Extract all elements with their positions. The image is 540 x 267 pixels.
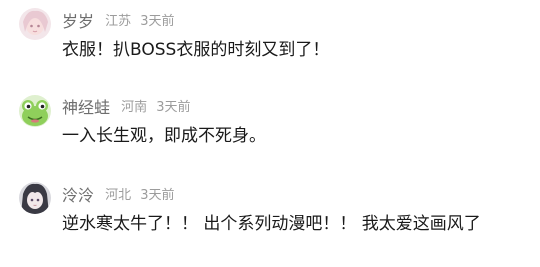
comment-item: 神经蛙 河南 3天前 一入长生观，即成不死身。: [0, 88, 540, 168]
location: 河北: [105, 187, 132, 203]
timestamp: 3天前: [156, 99, 191, 115]
timestamp: 3天前: [140, 13, 175, 29]
comment-text: 衣服！扒BOSS衣服的时刻又到了！: [62, 40, 330, 60]
comment-text: 逆水寒太牛了！！ 出个系列动漫吧！！ 我太爱这画风了: [62, 214, 481, 234]
anime-girl-pink-avatar-icon: [19, 8, 51, 40]
timestamp: 3天前: [140, 187, 175, 203]
avatar[interactable]: [19, 182, 51, 214]
location: 江苏: [105, 13, 132, 29]
avatar[interactable]: [19, 95, 51, 127]
comment-meta: 泠泠 河北 3天前: [62, 184, 175, 206]
username[interactable]: 神经蛙: [62, 97, 110, 119]
anime-girl-dark-avatar-icon: [19, 182, 51, 214]
comment-item: 岁岁 江苏 3天前 衣服！扒BOSS衣服的时刻又到了！: [0, 0, 540, 80]
username[interactable]: 泠泠: [62, 185, 94, 207]
comment-item: 泠泠 河北 3天前 逆水寒太牛了！！ 出个系列动漫吧！！ 我太爱这画风了: [0, 176, 540, 256]
comment-meta: 岁岁 江苏 3天前: [62, 10, 175, 32]
avatar[interactable]: [19, 8, 51, 40]
comment-meta: 神经蛙 河南 3天前: [62, 96, 191, 118]
location: 河南: [121, 99, 148, 115]
frog-avatar-icon: [19, 95, 51, 127]
username[interactable]: 岁岁: [62, 11, 94, 33]
comment-text: 一入长生观，即成不死身。: [62, 126, 266, 146]
